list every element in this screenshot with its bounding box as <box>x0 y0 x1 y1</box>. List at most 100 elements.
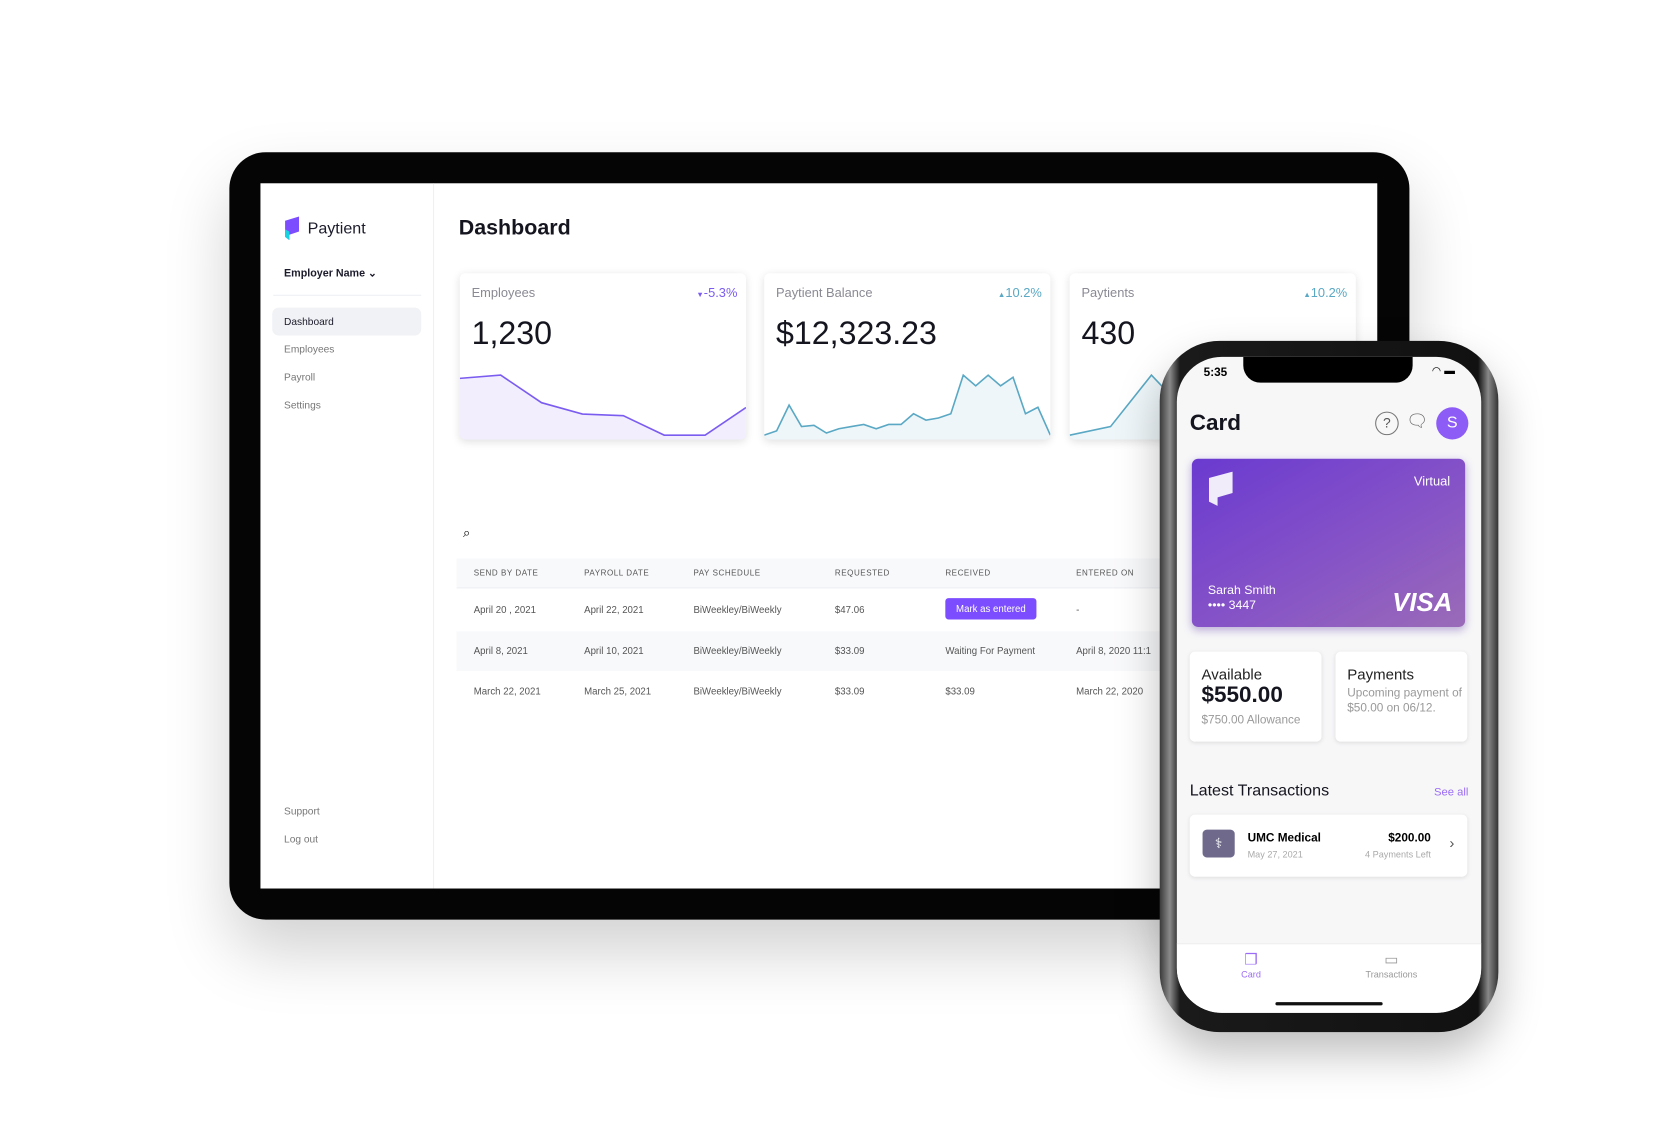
table-cell: March 22, 2021 <box>473 685 541 697</box>
table-cell: April 8, 2021 <box>473 645 528 656</box>
employer-name: Employer Name <box>284 267 366 280</box>
tab-card[interactable]: ❒ Card <box>1241 951 1261 980</box>
cardholder-name: Sarah Smith <box>1207 584 1276 597</box>
column-header[interactable]: SEND BY DATE <box>474 568 539 578</box>
card-type: Virtual <box>1413 473 1451 489</box>
table-cell: BiWeekley/BiWeekly <box>693 645 782 656</box>
help-icon[interactable]: ? <box>1375 411 1399 436</box>
stat-label: Employees <box>471 285 536 301</box>
wifi-battery-icon: ◠ ▬ <box>1431 365 1455 378</box>
status-time: 5:35 <box>1203 366 1228 380</box>
allowance: $750.00 Allowance <box>1201 713 1301 727</box>
home-indicator <box>1275 1002 1383 1006</box>
stat-value: 430 <box>1081 316 1136 352</box>
notch <box>1243 356 1413 383</box>
table-cell: Waiting For Payment <box>945 645 1036 656</box>
tab-bar: ❒ Card ▭ Transactions <box>1176 943 1482 1013</box>
brand-logo[interactable]: Paytient <box>284 216 366 241</box>
merchant: UMC Medical <box>1247 831 1321 845</box>
avatar[interactable]: S <box>1436 407 1469 440</box>
virtual-card[interactable]: Virtual Sarah Smith •••• 3447 VISA <box>1191 458 1466 628</box>
stat-value: $12,323.23 <box>775 316 937 352</box>
sparkline <box>459 374 746 440</box>
column-header[interactable]: PAY SCHEDULE <box>693 568 760 578</box>
table-cell: April 20 , 2021 <box>473 604 536 616</box>
visa-logo: VISA <box>1392 588 1453 618</box>
see-all-link[interactable]: See all <box>1434 786 1468 799</box>
chevron-down-icon: ⌄ <box>368 267 378 280</box>
page-title: Dashboard <box>458 216 571 241</box>
phone-frame: 5:35 ◠ ▬ Card ? 🗨 S Virtual Sarah Smith … <box>1159 340 1499 1033</box>
stat-change: ▲10.2% <box>1303 285 1347 300</box>
card-logo-icon <box>1208 471 1233 506</box>
table-cell: BiWeekley/BiWeekly <box>693 604 782 616</box>
divider <box>273 294 422 296</box>
stat-change-value: 10.2% <box>1005 285 1042 301</box>
sparkline-area <box>764 375 1051 440</box>
transaction-amount: $200.00 <box>1388 831 1431 845</box>
sparkline <box>764 373 1051 440</box>
stat-value: 1,230 <box>471 316 553 352</box>
chevron-right-icon: › <box>1449 833 1455 852</box>
table-cell: - <box>1076 604 1080 616</box>
stat-change: ▲10.2% <box>998 285 1042 300</box>
stat-card-paytient-balance[interactable]: Paytient Balance ▲10.2% $12,323.23 <box>764 273 1051 440</box>
paytient-logo-icon <box>285 216 300 241</box>
column-header[interactable]: RECEIVED <box>945 568 990 578</box>
sidebar-item-logout[interactable]: Log out <box>272 825 421 853</box>
stat-change-value: 10.2% <box>1310 285 1348 301</box>
credit-card-icon: ▭ <box>1384 950 1399 968</box>
table-cell: April 10, 2021 <box>584 645 644 656</box>
available-amount: $550.00 <box>1201 682 1283 708</box>
brand-name: Paytient <box>307 219 366 238</box>
phone-screen: 5:35 ◠ ▬ Card ? 🗨 S Virtual Sarah Smith … <box>1176 356 1482 1013</box>
chat-icon[interactable]: 🗨 <box>1406 410 1428 431</box>
payments-left: 4 Payments Left <box>1365 848 1431 860</box>
triangle-up-icon: ▲ <box>1303 291 1311 300</box>
stat-change-value: -5.3% <box>703 285 738 301</box>
table-cell: $33.09 <box>834 685 865 697</box>
payments-label: Payments <box>1347 665 1414 683</box>
tab-card-label: Card <box>1241 968 1261 980</box>
available-box: Available $550.00 $750.00 Allowance <box>1189 651 1322 742</box>
sidebar-item-employees[interactable]: Employees <box>272 335 421 363</box>
stat-change: ▼-5.3% <box>696 285 737 300</box>
table-cell: $33.09 <box>945 685 975 697</box>
column-header[interactable]: PAYROLL DATE <box>584 568 649 578</box>
tab-transactions[interactable]: ▭ Transactions <box>1365 951 1417 980</box>
column-header[interactable]: ENTERED ON <box>1076 568 1134 578</box>
table-cell: $33.09 <box>834 645 865 656</box>
card-icon: ❒ <box>1244 950 1258 968</box>
payments-text: Upcoming payment of $50.00 on 06/12. <box>1347 687 1462 715</box>
transaction-date: May 27, 2021 <box>1247 848 1303 860</box>
stethoscope-icon: ⚕ <box>1202 829 1235 858</box>
table-cell: April 22, 2021 <box>584 604 644 616</box>
stat-label: Paytient Balance <box>775 285 873 301</box>
column-header[interactable]: REQUESTED <box>835 568 890 578</box>
payments-box[interactable]: Payments Upcoming payment of $50.00 on 0… <box>1335 651 1468 742</box>
available-label: Available <box>1201 665 1263 683</box>
sidebar: Paytient Employer Name ⌄ Dashboard Emplo… <box>260 183 435 889</box>
triangle-down-icon: ▼ <box>696 291 704 300</box>
table-cell: April 8, 2020 11:1 <box>1076 645 1151 656</box>
sidebar-item-support[interactable]: Support <box>272 797 421 825</box>
triangle-up-icon: ▲ <box>997 291 1006 300</box>
stat-label: Paytients <box>1081 285 1135 301</box>
table-cell: March 22, 2020 <box>1076 685 1144 697</box>
employer-dropdown[interactable]: Employer Name ⌄ <box>284 268 377 280</box>
table-cell: March 25, 2021 <box>584 685 652 697</box>
tab-transactions-label: Transactions <box>1365 968 1418 980</box>
sidebar-item-dashboard[interactable]: Dashboard <box>272 307 422 336</box>
card-number: •••• 3447 <box>1207 599 1257 612</box>
screen-title: Card <box>1189 410 1241 436</box>
sparkline-area <box>459 375 746 440</box>
search-icon[interactable]: ⌕ <box>463 525 470 541</box>
table-cell: $47.06 <box>834 604 865 616</box>
mark-as-entered-button[interactable]: Mark as entered <box>945 598 1037 620</box>
transaction-item[interactable]: ⚕ UMC Medical May 27, 2021 $200.00 4 Pay… <box>1189 814 1468 877</box>
sidebar-item-settings[interactable]: Settings <box>272 391 421 419</box>
transactions-title: Latest Transactions <box>1189 781 1330 800</box>
sidebar-item-payroll[interactable]: Payroll <box>272 363 421 391</box>
stat-card-employees[interactable]: Employees ▼-5.3% 1,230 <box>459 273 746 440</box>
table-cell: BiWeekley/BiWeekly <box>693 685 782 697</box>
